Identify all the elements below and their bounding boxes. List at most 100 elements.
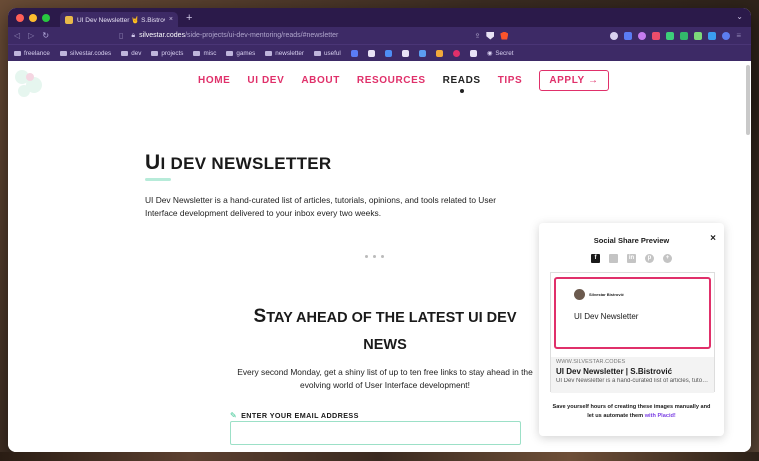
folder-icon bbox=[59, 50, 67, 56]
forward-arrow-icon[interactable]: ▷ bbox=[28, 31, 34, 40]
extension-theme-icon[interactable] bbox=[610, 31, 619, 40]
menu-icon[interactable]: ≡ bbox=[736, 31, 741, 40]
cta-title: STAY AHEAD OF THE LATEST UI DEV NEWS bbox=[253, 306, 517, 353]
title-underline bbox=[145, 178, 171, 181]
share-icon[interactable]: ⇪ bbox=[474, 32, 480, 40]
linkedin-icon[interactable]: in bbox=[627, 254, 636, 263]
bookmarks-bar: freelance silvestar.codes dev projects m… bbox=[8, 44, 751, 61]
preview-domain: WWW.SILVESTAR.CODES bbox=[556, 359, 626, 365]
reload-icon[interactable]: ↻ bbox=[42, 31, 49, 40]
apply-button[interactable]: APPLY → bbox=[539, 70, 609, 91]
bookmark-app-icon-8[interactable] bbox=[469, 49, 477, 57]
url-path: /side-projects/ui-dev-mentoring/reads/#n… bbox=[185, 32, 339, 39]
extension-color-icon[interactable] bbox=[638, 31, 647, 40]
page-title: UI DEV NEWSLETTER bbox=[145, 151, 332, 174]
folder-icon bbox=[121, 50, 129, 56]
extension-wallet-icon[interactable] bbox=[708, 31, 717, 40]
incognito-icon: ◉ bbox=[486, 49, 493, 57]
url-field[interactable]: 🔒︎ silvestar.codes/side-projects/ui-dev-… bbox=[131, 32, 466, 40]
bookmark-secret[interactable]: ◉ Secret bbox=[487, 50, 514, 57]
scrollbar[interactable] bbox=[746, 65, 750, 135]
preview-author: Silvestar Bistrović bbox=[574, 289, 624, 300]
bookmark-newsletter[interactable]: newsletter bbox=[265, 50, 304, 57]
pinterest-icon[interactable]: p bbox=[645, 254, 654, 263]
bookmark-misc[interactable]: misc bbox=[193, 50, 216, 57]
intro-text: UI Dev Newsletter is a hand-curated list… bbox=[145, 195, 496, 218]
close-icon[interactable]: × bbox=[710, 233, 716, 244]
folder-icon bbox=[193, 50, 201, 56]
twitter-icon[interactable] bbox=[609, 254, 618, 263]
bookmark-icon[interactable]: ▯ bbox=[119, 31, 123, 40]
social-share-preview: Social Share Preview × f in p + Silvesta… bbox=[539, 223, 724, 436]
tab-title: UI Dev Newsletter 🤘 S.Bistrović bbox=[77, 16, 165, 24]
browser-window: UI Dev Newsletter 🤘 S.Bistrović × + ⌄ ◁ … bbox=[8, 8, 751, 452]
bookmark-app-icon-6[interactable] bbox=[435, 49, 443, 57]
tab-menu-chevron-icon[interactable]: ⌄ bbox=[736, 12, 743, 21]
email-field[interactable] bbox=[230, 421, 521, 445]
bookmark-dev[interactable]: dev bbox=[121, 50, 141, 57]
extension-pen-icon[interactable] bbox=[666, 31, 675, 40]
extension-translate-icon[interactable] bbox=[624, 31, 633, 40]
bookmark-games[interactable]: games bbox=[226, 50, 255, 57]
desktop-background-strip bbox=[0, 452, 759, 461]
extension-sidebar-icon[interactable] bbox=[694, 31, 703, 40]
extension-s-icon[interactable] bbox=[652, 31, 661, 40]
browser-tab[interactable]: UI Dev Newsletter 🤘 S.Bistrović × bbox=[60, 12, 178, 27]
bookmark-app-icon-4[interactable] bbox=[401, 49, 409, 57]
email-label: ✎ ENTER YOUR EMAIL ADDRESS bbox=[230, 411, 359, 420]
lock-icon: 🔒︎ bbox=[131, 31, 136, 39]
nav-reads[interactable]: READS bbox=[443, 75, 481, 93]
facebook-icon[interactable]: f bbox=[591, 254, 600, 263]
address-bar: ◁ ▷ ↻ ▯ 🔒︎ silvestar.codes/side-projects… bbox=[8, 27, 751, 44]
folder-icon bbox=[314, 50, 321, 56]
preview-image: Silvestar Bistrović UI Dev Newsletter bbox=[554, 277, 711, 349]
bookmark-projects[interactable]: projects bbox=[151, 50, 183, 57]
preview-description: UI Dev Newsletter is a hand-curated list… bbox=[556, 378, 709, 384]
url-domain: silvestar.codes bbox=[139, 32, 186, 39]
folder-icon bbox=[14, 50, 21, 56]
section-divider bbox=[365, 255, 384, 258]
nav-about[interactable]: ABOUT bbox=[301, 75, 340, 86]
bookmark-app-icon-2[interactable] bbox=[367, 49, 375, 57]
preview-headline: UI Dev Newsletter | S.Bistrović bbox=[556, 367, 673, 376]
avatar bbox=[574, 289, 585, 300]
extension-profile-icon[interactable] bbox=[722, 31, 731, 40]
bookmark-app-icon-3[interactable] bbox=[384, 49, 392, 57]
bookmark-silvestar-codes[interactable]: silvestar.codes bbox=[59, 50, 111, 57]
nav-tips[interactable]: TIPS bbox=[498, 75, 523, 86]
extension-puzzle-icon[interactable] bbox=[680, 31, 689, 40]
url-text: silvestar.codes/side-projects/ui-dev-men… bbox=[139, 32, 338, 39]
folder-icon bbox=[151, 50, 159, 56]
preview-meta: WWW.SILVESTAR.CODES UI Dev Newsletter | … bbox=[551, 357, 714, 393]
new-tab-button[interactable]: + bbox=[186, 12, 192, 24]
maximize-window-button[interactable] bbox=[42, 13, 50, 22]
bookmark-app-icon-5[interactable] bbox=[418, 49, 426, 57]
close-window-button[interactable] bbox=[16, 13, 24, 22]
tab-favicon-icon bbox=[65, 15, 73, 24]
pencil-icon: ✎ bbox=[230, 411, 238, 420]
preview-title: Social Share Preview bbox=[593, 236, 670, 245]
folder-icon bbox=[226, 50, 234, 56]
bookmark-freelance[interactable]: freelance bbox=[14, 50, 50, 57]
site-logo-icon[interactable] bbox=[12, 67, 46, 101]
placid-link[interactable]: with Placid! bbox=[645, 413, 676, 419]
nav-home[interactable]: HOME bbox=[198, 75, 230, 86]
cta-subtitle: Every second Monday, get a shiny list of… bbox=[237, 367, 533, 390]
folder-icon bbox=[265, 50, 273, 56]
nav-ui-dev[interactable]: UI DEV bbox=[247, 75, 284, 86]
preview-footer: Save yourself hours of creating these im… bbox=[552, 404, 711, 419]
window-controls bbox=[16, 13, 50, 22]
bookmark-useful[interactable]: useful bbox=[314, 50, 341, 57]
brave-rewards-icon[interactable] bbox=[500, 31, 509, 40]
bookmark-app-icon-1[interactable] bbox=[350, 49, 358, 57]
nav-resources[interactable]: RESOURCES bbox=[357, 75, 426, 86]
brave-shield-icon[interactable] bbox=[486, 31, 495, 40]
minimize-window-button[interactable] bbox=[29, 13, 37, 22]
tab-close-icon[interactable]: × bbox=[169, 16, 173, 23]
add-icon[interactable]: + bbox=[663, 254, 672, 263]
bookmark-app-icon-7[interactable] bbox=[452, 49, 460, 57]
back-arrow-icon[interactable]: ◁ bbox=[14, 31, 20, 40]
preview-social-tabs: f in p + bbox=[539, 254, 724, 263]
tab-strip: UI Dev Newsletter 🤘 S.Bistrović × + ⌄ bbox=[8, 8, 751, 27]
address-bar-actions: ⇪ ≡ bbox=[474, 31, 741, 40]
